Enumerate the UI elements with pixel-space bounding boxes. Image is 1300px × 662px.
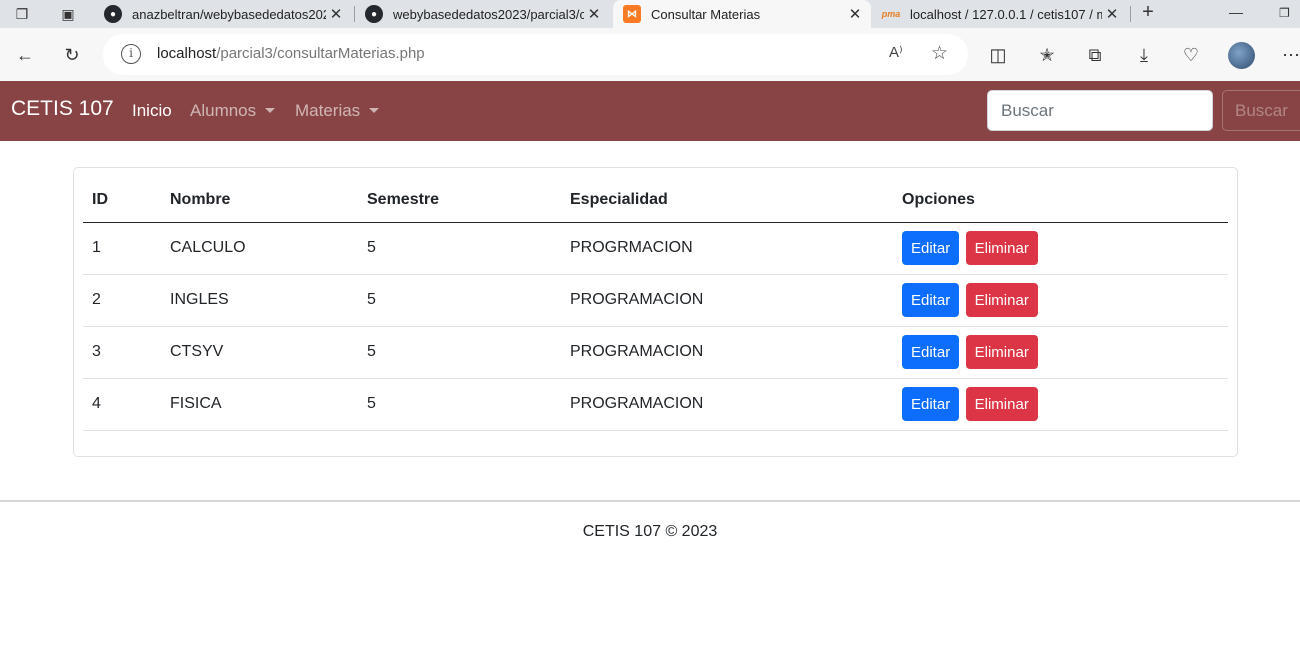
cell-opciones: Editar Eliminar (893, 222, 1228, 275)
close-icon[interactable]: ✕ (584, 5, 604, 23)
browser-toolbar: ← ↻ i localhost/parcial3/consultarMateri… (0, 28, 1300, 81)
favorite-star-icon[interactable]: ☆ (931, 42, 948, 65)
github-icon: ● (104, 5, 122, 23)
tab-title: localhost / 127.0.0.1 / cetis107 / ma (910, 6, 1102, 22)
delete-button[interactable]: Eliminar (965, 231, 1038, 265)
delete-button[interactable]: Eliminar (965, 387, 1038, 421)
nav-inicio[interactable]: Inicio (132, 101, 172, 121)
address-bar[interactable]: i localhost/parcial3/consultarMaterias.p… (103, 34, 968, 75)
footer-divider (0, 500, 1300, 502)
cell-opciones: Editar Eliminar (893, 326, 1228, 379)
github-icon: ● (365, 5, 383, 23)
delete-button[interactable]: Eliminar (965, 283, 1038, 317)
footer-text: CETIS 107 © 2023 (582, 523, 718, 540)
cell-semestre: 5 (358, 378, 561, 431)
close-icon[interactable]: ✕ (845, 5, 865, 23)
header-nombre: Nombre (161, 179, 358, 223)
downloads-icon[interactable]: ⤓ (1131, 42, 1157, 68)
phpmyadmin-icon: pma (881, 9, 901, 19)
subjects-table: ID Nombre Semestre Especialidad Opciones… (83, 179, 1228, 431)
browser-tab-strip: ❐ ▣ ● anazbeltran/webybasededatos2023 ✕ … (0, 0, 1300, 28)
cell-especialidad: PROGRAMACION (561, 326, 893, 379)
tab-title: webybasededatos2023/parcial3/cons (393, 6, 584, 22)
more-menu-icon[interactable]: ⋯ (1278, 42, 1300, 68)
new-tab-button[interactable]: + (1138, 1, 1158, 23)
xampp-icon: ⋈ (623, 5, 641, 23)
split-screen-icon[interactable]: ◫ (985, 42, 1011, 68)
cell-nombre: INGLES (161, 274, 358, 327)
edit-button[interactable]: Editar (902, 231, 960, 265)
edit-button[interactable]: Editar (902, 387, 960, 421)
cell-nombre: CALCULO (161, 222, 358, 275)
browser-tab-consultar-materias[interactable]: ⋈ Consultar Materias ✕ (613, 0, 871, 28)
caret-down-icon (369, 108, 380, 114)
tab-title: Consultar Materias (651, 6, 761, 22)
table-row: 3 CTSYV 5 PROGRAMACION Editar Eliminar (83, 326, 1228, 379)
back-icon[interactable]: ← (12, 42, 38, 68)
search-button[interactable]: Buscar (1222, 90, 1300, 131)
delete-button[interactable]: Eliminar (965, 335, 1038, 369)
cell-nombre: CTSYV (161, 326, 358, 379)
header-especialidad: Especialidad (561, 179, 893, 223)
vertical-tabs-icon[interactable]: ▣ (58, 4, 78, 24)
caret-down-icon (265, 108, 276, 114)
brand-logo[interactable]: CETIS 107 (11, 97, 114, 121)
header-id: ID (83, 179, 161, 223)
restore-icon[interactable]: ❐ (1279, 6, 1290, 20)
minimize-icon[interactable]: — (1229, 4, 1243, 20)
cell-opciones: Editar Eliminar (893, 378, 1228, 431)
close-icon[interactable]: ✕ (1102, 5, 1122, 23)
nav-alumnos-label: Alumnos (190, 101, 257, 120)
workspaces-icon[interactable]: ❐ (12, 4, 32, 24)
read-aloud-icon[interactable]: A⁾ (889, 43, 903, 61)
cell-nombre: FISICA (161, 378, 358, 431)
table-row: 4 FISICA 5 PROGRAMACION Editar Eliminar (83, 378, 1228, 431)
cell-semestre: 5 (358, 326, 561, 379)
cell-especialidad: PROGRAMACION (561, 274, 893, 327)
collections-icon[interactable]: ⧉ (1082, 42, 1108, 68)
browser-tab-github-2[interactable]: ● webybasededatos2023/parcial3/cons ✕ (355, 0, 610, 28)
table-row: 1 CALCULO 5 PROGRMACION Editar Eliminar (83, 222, 1228, 275)
browser-tab-github-1[interactable]: ● anazbeltran/webybasededatos2023 ✕ (94, 0, 352, 28)
table-row: 2 INGLES 5 PROGRAMACION Editar Eliminar (83, 274, 1228, 327)
search-input[interactable] (987, 90, 1213, 131)
nav-materias-label: Materias (295, 101, 361, 120)
cell-opciones: Editar Eliminar (893, 274, 1228, 327)
site-info-icon[interactable]: i (121, 44, 141, 64)
subjects-card: ID Nombre Semestre Especialidad Opciones… (73, 167, 1238, 457)
cell-especialidad: PROGRMACION (561, 222, 893, 275)
browser-tab-phpmyadmin[interactable]: pma localhost / 127.0.0.1 / cetis107 / m… (872, 0, 1128, 28)
edit-button[interactable]: Editar (902, 335, 960, 369)
cell-id: 4 (83, 378, 161, 431)
cell-semestre: 5 (358, 222, 561, 275)
tab-title: anazbeltran/webybasededatos2023 (132, 6, 326, 22)
cell-id: 3 (83, 326, 161, 379)
edit-button[interactable]: Editar (902, 283, 960, 317)
close-icon[interactable]: ✕ (326, 5, 346, 23)
app-navbar: CETIS 107 Inicio Alumnos Materias Buscar (0, 81, 1300, 141)
cell-semestre: 5 (358, 274, 561, 327)
cell-id: 2 (83, 274, 161, 327)
browser-essentials-icon[interactable]: ♡ (1178, 42, 1204, 68)
url-text[interactable]: localhost/parcial3/consultarMaterias.php (157, 45, 425, 62)
cell-especialidad: PROGRAMACION (561, 378, 893, 431)
header-opciones: Opciones (893, 179, 1228, 223)
nav-alumnos-dropdown[interactable]: Alumnos (190, 101, 276, 121)
profile-avatar[interactable] (1228, 42, 1255, 69)
nav-materias-dropdown[interactable]: Materias (295, 101, 380, 121)
refresh-icon[interactable]: ↻ (59, 42, 85, 68)
header-semestre: Semestre (358, 179, 561, 223)
favorites-icon[interactable]: ✭ (1034, 42, 1060, 68)
table-header-row: ID Nombre Semestre Especialidad Opciones (83, 179, 1228, 223)
cell-id: 1 (83, 222, 161, 275)
